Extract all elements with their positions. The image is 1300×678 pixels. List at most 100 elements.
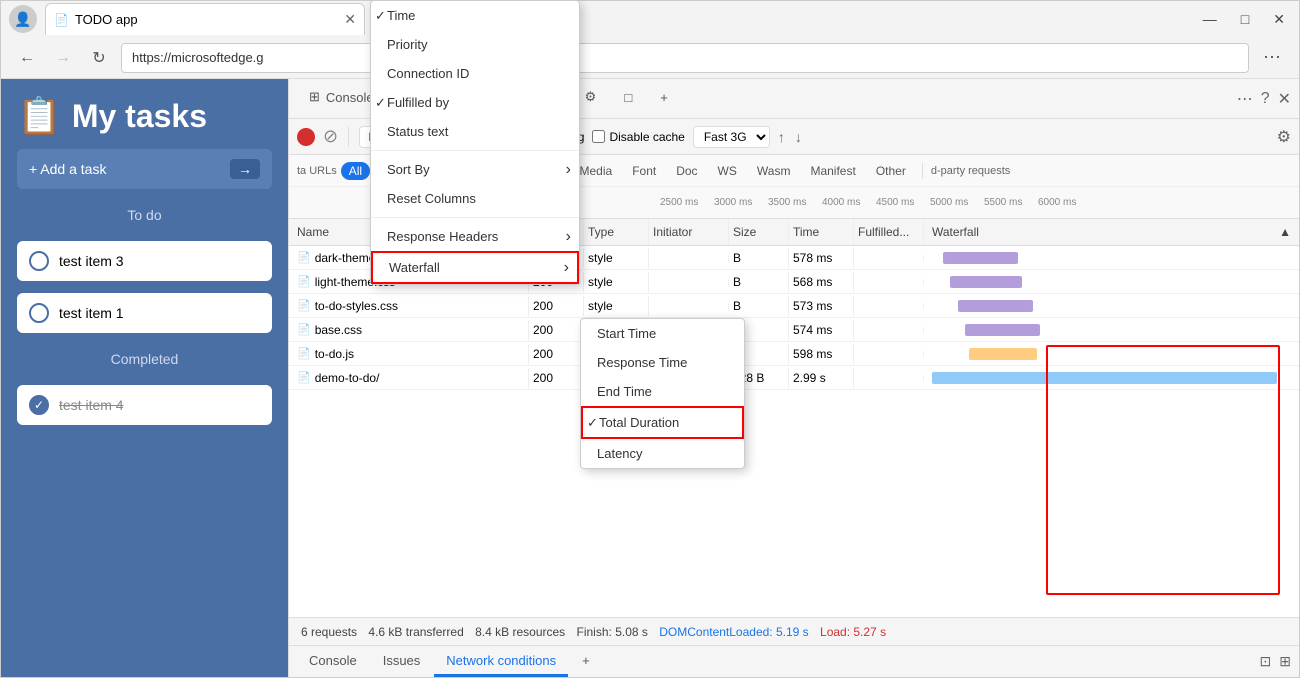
- cell-initiator: Other: [649, 368, 729, 388]
- task-text-completed: test item 4: [59, 397, 124, 413]
- profile-avatar[interactable]: 👤: [9, 5, 37, 33]
- col-header-size[interactable]: Size: [729, 219, 789, 245]
- more-tabs-icon[interactable]: ⋯: [1237, 89, 1253, 109]
- task-text: test item 3: [59, 253, 124, 269]
- tab-device[interactable]: □: [612, 82, 644, 116]
- refresh-button[interactable]: ↻: [85, 44, 113, 72]
- menu-item-label: Fulfilled by: [387, 95, 449, 110]
- dock-icon[interactable]: ⊞: [1279, 653, 1291, 670]
- completed-section-label: Completed: [17, 345, 272, 373]
- cell-fulfilled: [854, 327, 924, 333]
- filter-font-button[interactable]: Font: [624, 162, 664, 180]
- status-bar: 6 requests 4.6 kB transferred 8.4 kB res…: [289, 617, 1299, 645]
- back-button[interactable]: ←: [13, 44, 41, 72]
- tick-6000: 6000 ms: [1038, 197, 1076, 208]
- close-button[interactable]: ✕: [1267, 9, 1291, 30]
- task-checkbox[interactable]: [29, 303, 49, 323]
- filter-ws-button[interactable]: WS: [710, 162, 745, 180]
- help-icon[interactable]: ?: [1261, 90, 1270, 108]
- throttle-select[interactable]: Fast 3G: [693, 126, 770, 148]
- tab-favicon: 📄: [54, 13, 69, 27]
- col-header-fulfilled[interactable]: Fulfilled...: [854, 219, 924, 245]
- cell-initiator: [649, 351, 729, 357]
- filter-other-button[interactable]: Other: [868, 162, 914, 180]
- bottom-tab-network-conditions[interactable]: Network conditions: [434, 647, 568, 677]
- task-item[interactable]: test item 3: [17, 241, 272, 281]
- cell-type: style: [584, 296, 649, 316]
- disable-cache-checkbox[interactable]: [592, 130, 605, 143]
- load-time: Load: 5.27 s: [820, 625, 886, 639]
- cell-type: docum...: [584, 368, 649, 388]
- filter-doc-button[interactable]: Doc: [668, 162, 705, 180]
- task-item-completed[interactable]: ✓ test item 4: [17, 385, 272, 425]
- address-input[interactable]: [121, 43, 1249, 73]
- clear-button[interactable]: ⊘: [323, 126, 338, 147]
- minimize-button[interactable]: —: [1197, 9, 1223, 30]
- resources-size: 8.4 kB resources: [475, 625, 565, 639]
- add-task-button[interactable]: + Add a task →: [17, 149, 272, 189]
- table-row[interactable]: 📄 to-do.js 200 scrip B 598 ms: [289, 342, 1299, 366]
- address-bar: ← → ↻ ⋯: [1, 37, 1299, 79]
- filter-all-button[interactable]: All: [341, 162, 370, 180]
- menu-item-label: Sort By: [387, 162, 430, 177]
- upload-icon[interactable]: ↑: [778, 129, 785, 145]
- cell-time: 574 ms: [789, 320, 854, 340]
- menu-item-status-text[interactable]: Status text: [371, 117, 579, 146]
- menu-separator2: [371, 217, 579, 218]
- maximize-button[interactable]: □: [1235, 9, 1255, 30]
- cell-initiator: [649, 255, 729, 261]
- waterfall-bar: [950, 276, 1021, 288]
- tab-close-button[interactable]: ✕: [344, 11, 356, 28]
- menu-item-priority[interactable]: Priority: [371, 30, 579, 59]
- bottom-tab-console[interactable]: Console: [297, 647, 369, 677]
- finish-time: Finish: 5.08 s: [577, 625, 648, 639]
- cell-waterfall: [924, 318, 1299, 342]
- task-item[interactable]: test item 1: [17, 293, 272, 333]
- filter-wasm-button[interactable]: Wasm: [749, 162, 799, 180]
- file-icon: 📄: [297, 275, 311, 288]
- undock-icon[interactable]: ⊡: [1260, 653, 1272, 670]
- menu-item-time[interactable]: Time: [371, 1, 579, 30]
- more-options-button[interactable]: ⋯: [1257, 45, 1287, 70]
- cell-initiator: [649, 279, 729, 285]
- table-row[interactable]: 📄 base.css 200 style B 574 ms: [289, 318, 1299, 342]
- record-button[interactable]: [297, 128, 315, 146]
- col-header-initiator[interactable]: Initiator: [649, 219, 729, 245]
- menu-item-sort-by[interactable]: Sort By: [371, 155, 579, 184]
- tick-3000: 3000 ms: [714, 197, 752, 208]
- cell-name: 📄 to-do-styles.css: [289, 296, 529, 316]
- waterfall-bar: [943, 252, 1018, 264]
- col-header-type[interactable]: Type: [584, 219, 649, 245]
- table-rows: 📄 dark-theme.css 200 style B 578 ms: [289, 246, 1299, 617]
- download-icon[interactable]: ↓: [795, 129, 802, 145]
- task-checkbox[interactable]: [29, 251, 49, 271]
- filter-manifest-button[interactable]: Manifest: [802, 162, 863, 180]
- close-devtools-icon[interactable]: ✕: [1278, 89, 1291, 109]
- browser-tab[interactable]: 📄 TODO app ✕: [45, 3, 365, 35]
- cell-status: 200: [529, 320, 584, 340]
- bottom-tab-issues[interactable]: Issues: [371, 647, 433, 677]
- network-settings-icon[interactable]: ⚙: [1277, 127, 1291, 147]
- cell-status: 200: [529, 344, 584, 364]
- menu-item-reset-columns[interactable]: Reset Columns: [371, 184, 579, 213]
- tab-add[interactable]: +: [648, 82, 680, 116]
- menu-item-waterfall[interactable]: Waterfall: [371, 251, 579, 284]
- col-header-time[interactable]: Time: [789, 219, 854, 245]
- bottom-tab-add[interactable]: +: [570, 647, 602, 677]
- cell-fulfilled: [854, 351, 924, 357]
- status-separator5: [813, 625, 816, 639]
- task-checkbox-checked[interactable]: ✓: [29, 395, 49, 415]
- menu-item-response-headers[interactable]: Response Headers: [371, 222, 579, 251]
- col-header-waterfall[interactable]: Waterfall ▲: [924, 219, 1299, 245]
- cell-time: 578 ms: [789, 248, 854, 268]
- menu-item-label: Reset Columns: [387, 191, 476, 206]
- menu-item-fulfilled-by[interactable]: Fulfilled by: [371, 88, 579, 117]
- table-row[interactable]: 📄 to-do-styles.css 200 style B 573 ms: [289, 294, 1299, 318]
- forward-button[interactable]: →: [49, 44, 77, 72]
- cell-initiator: [649, 327, 729, 333]
- menu-item-connection-id[interactable]: Connection ID: [371, 59, 579, 88]
- add-tab-icon: +: [660, 90, 668, 105]
- table-row[interactable]: 📄 demo-to-do/ 200 docum... Other 928 B 2…: [289, 366, 1299, 390]
- menu-item-label: Status text: [387, 124, 448, 139]
- network-icons: ↑ ↓: [778, 129, 802, 145]
